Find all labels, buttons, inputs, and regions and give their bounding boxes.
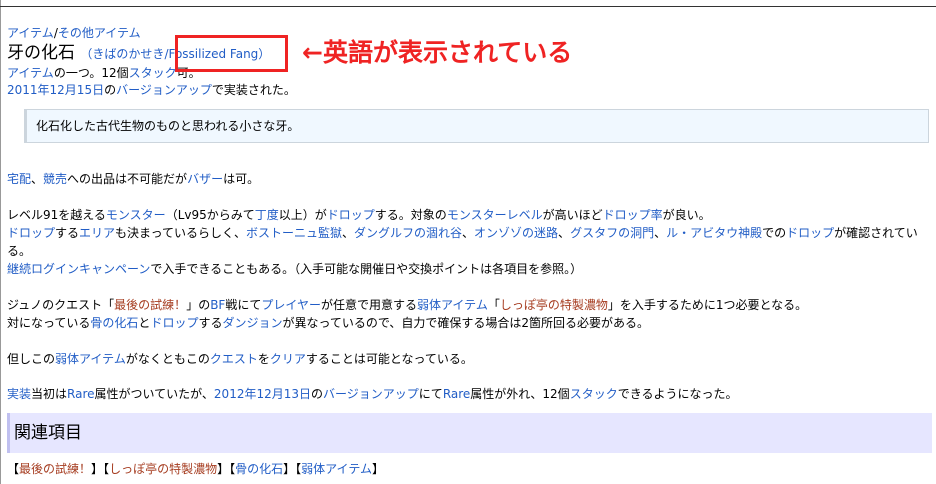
link-bostaunieux-oubliette[interactable]: ボストーニュ監獄 [246,226,342,240]
link-quest[interactable]: クエスト [210,352,258,366]
paragraph-optional: 但しこの弱体アイテムがなくともこのクエストをクリアすることは可能となっている。 [7,352,473,366]
related-link-shippotei[interactable]: しっぽ亭の特製濃物 [109,462,217,476]
link-gustav-tunnel[interactable]: グスタフの洞門 [570,226,654,240]
link-drop-2[interactable]: ドロップ [7,226,55,240]
link-date-20121213[interactable]: 2012年12月13日 [214,387,311,401]
quest-line-1: ジュノのクエスト「最後の試練！」のBF戦にてプレイヤーが任意で用意する弱体アイテ… [7,298,808,312]
link-stack[interactable]: スタック [129,66,177,80]
related-link-bone-fossil[interactable]: 骨の化石 [235,462,283,476]
page-top-rule [0,6,936,7]
link-drop-4[interactable]: ドロップ [150,316,198,330]
link-login-campaign[interactable]: 継続ログインキャンペーン [7,262,150,276]
link-clear[interactable]: クリア [270,352,306,366]
link-drop-3[interactable]: ドロップ [786,226,834,240]
link-rare[interactable]: Rare [67,387,94,401]
related-links: 【最後の試練！】【しっぽ亭の特製濃物】【骨の化石】【弱体アイテム】 [7,462,384,476]
paragraph-trade: 宅配、競売への出品は不可能だがバザーは可。 [7,172,260,186]
intro-text: アイテムの一つ。12個スタック可。 2011年12月15日のバージョンアップで実… [7,65,932,99]
link-bone-fossil[interactable]: 骨の化石 [90,316,138,330]
paragraph-quest: ジュノのクエスト「最後の試練！」のBF戦にてプレイヤーが任意で用意する弱体アイテ… [7,296,932,332]
link-monster-level[interactable]: モンスターレベル [447,208,543,222]
breadcrumb-item-items[interactable]: アイテム [7,26,54,40]
link-drop-rate[interactable]: ドロップ率 [603,208,663,222]
link-weakening-item-2[interactable]: 弱体アイテム [55,352,126,366]
annotation-callout: ←英語が表示されている [302,38,573,67]
link-rare-2[interactable]: Rare [443,387,470,401]
link-maze-of-shakhrami[interactable]: オンゾゾの迷路 [474,226,558,240]
breadcrumb-item-other-items[interactable]: その他アイテム [58,26,141,40]
link-version-up[interactable]: バージョンアップ [116,83,212,97]
link-implementation[interactable]: 実装 [7,387,31,401]
link-date-20111215[interactable]: 2011年12月15日 [7,83,104,97]
link-delivery[interactable]: 宅配 [7,172,31,186]
link-stack-2[interactable]: スタック [570,387,618,401]
link-temple-of-uggalepih[interactable]: ル・アビタウ神殿 [666,226,762,240]
link-monster[interactable]: モンスター [106,208,166,222]
link-just-right[interactable]: 丁度 [255,208,279,222]
link-area[interactable]: エリア [79,226,115,240]
link-shippotei-special[interactable]: しっぽ亭の特製濃物 [500,298,608,312]
link-last-trial-quest[interactable]: 最後の試練！ [114,298,186,312]
drop-line-3: 継続ログインキャンペーンで入手できることもある。（入手可能な開催日や交換ポイント… [7,262,583,276]
page-left-border [0,0,1,484]
link-bf[interactable]: BF [210,298,225,312]
item-description-quote: 化石化した古代生物のものと思われる小さな牙。 [24,109,929,143]
link-dangruf-wadi[interactable]: ダングルフの涸れ谷 [354,226,462,240]
paragraph-drop: レベル91を越えるモンスター（Lv95からみて丁度以上）がドロップする。対象のモ… [7,206,932,278]
paragraph-history: 実装当初はRare属性がついていたが、2012年12月13日のバージョンアップに… [7,387,738,401]
link-item[interactable]: アイテム [7,66,54,80]
article-body: アイテム/その他アイテム 牙の化石 （きばのかせき/Fossilized Fan… [7,26,932,478]
drop-line-2: ドロップするエリアも決まっているらしく、ボストーニュ監獄、ダングルフの涸れ谷、オ… [7,226,918,258]
page-title-reading: （きばのかせき/Fossilized Fang） [80,47,271,61]
quest-line-2: 対になっている骨の化石とドロップするダンジョンが異なっているので、自力で確保する… [7,316,650,330]
drop-line-1: レベル91を越えるモンスター（Lv95からみて丁度以上）がドロップする。対象のモ… [7,208,711,222]
english-name: /Fossilized Fang [164,47,259,61]
page-title-main: 牙の化石 [7,43,75,63]
link-auction[interactable]: 競売 [43,172,67,186]
link-bazaar[interactable]: バザー [187,172,223,186]
related-link-weakening-item[interactable]: 弱体アイテム [301,462,372,476]
reading-kana: きばのかせき [92,47,165,61]
link-player[interactable]: プレイヤー [261,298,321,312]
related-heading: 関連項目 [7,413,932,453]
link-drop[interactable]: ドロップ [327,208,375,222]
related-link-last-trial[interactable]: 最後の試練！ [19,462,91,476]
link-dungeon[interactable]: ダンジョン [222,316,282,330]
link-weakening-item[interactable]: 弱体アイテム [417,298,488,312]
link-version-up-2[interactable]: バージョンアップ [323,387,419,401]
intro-line-2: 2011年12月15日のバージョンアップで実装された。 [7,83,296,97]
